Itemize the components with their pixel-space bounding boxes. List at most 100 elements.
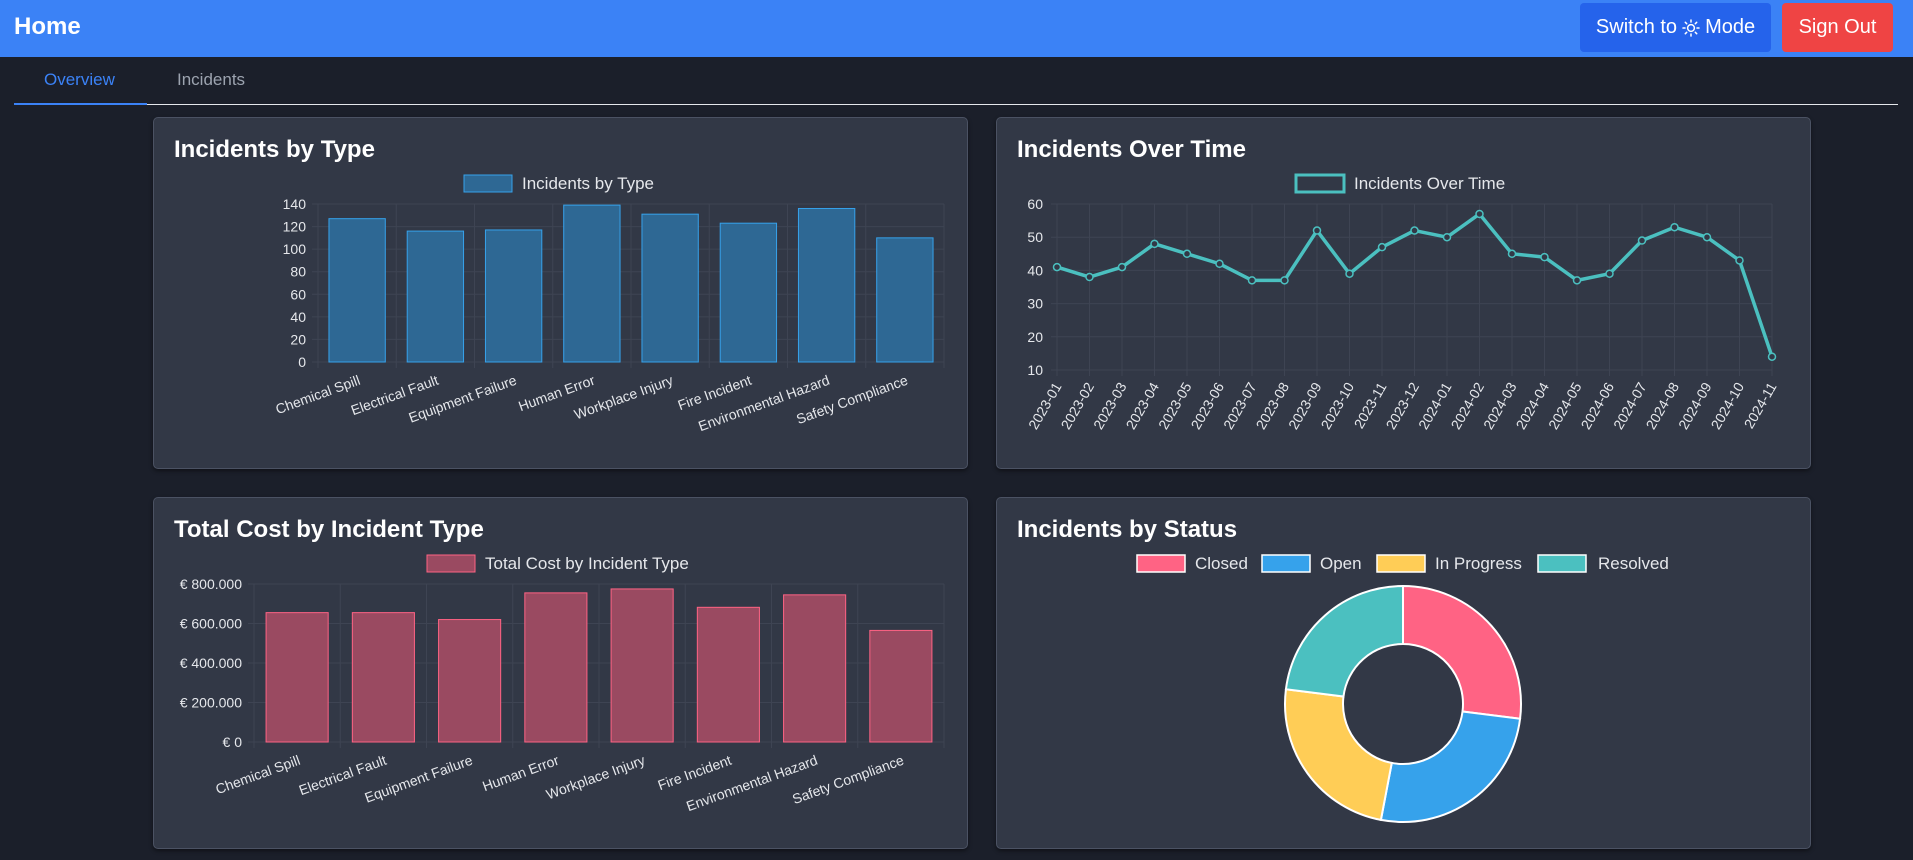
bar[interactable] [328,218,386,363]
bar[interactable] [265,612,329,743]
sign-out-button[interactable]: Sign Out [1782,3,1893,52]
legend-swatch[interactable] [463,174,513,193]
incidents-by-status-chart: Closed Open In Progress Resolved [1136,554,1669,823]
y-tick-label: 50 [1027,229,1043,245]
data-point[interactable] [1150,239,1159,249]
data-point[interactable] [1540,252,1549,262]
data-point[interactable] [1117,262,1127,272]
legend-swatch[interactable] [1294,173,1346,194]
y-tick-label: 60 [1027,196,1043,212]
bar[interactable] [406,230,465,363]
y-tick-label: € 600.000 [180,616,242,632]
bar[interactable] [797,208,856,363]
y-tick-label: 10 [1027,362,1043,378]
legend-label-closed[interactable]: Closed [1195,554,1248,573]
y-tick-label: 60 [290,286,306,302]
legend-swatch-closed[interactable] [1136,554,1186,573]
data-point[interactable] [1442,232,1452,242]
y-tick-label: € 400.000 [180,655,242,671]
data-point[interactable] [1052,262,1062,272]
legend-label[interactable]: Incidents Over Time [1354,174,1505,193]
data-point[interactable] [1475,209,1484,219]
y-tick-label: € 800.000 [180,576,242,592]
legend-swatch-in-progress[interactable] [1376,554,1426,573]
y-tick-label: 80 [290,264,306,280]
data-point[interactable] [1377,242,1387,252]
data-point[interactable] [1637,236,1647,245]
data-point[interactable] [1410,226,1419,235]
y-tick-label: 140 [283,196,307,212]
incidents-over-time-card: Incidents Over Time Incidents Over Time … [996,117,1811,469]
bar[interactable] [641,213,699,363]
bar[interactable] [876,237,934,363]
donut-slice-in-progress[interactable] [1284,688,1393,822]
data-point[interactable] [1507,249,1517,259]
data-point[interactable] [1702,232,1712,242]
bar[interactable] [783,594,847,743]
y-tick-label: 20 [290,331,306,347]
data-point[interactable] [1572,276,1582,285]
y-tick-label: 120 [283,219,307,235]
page-title: Home [14,13,81,40]
data-point[interactable] [1735,256,1744,265]
tab-bar: Overview Incidents [14,58,1898,105]
donut-slice-closed[interactable] [1402,584,1522,720]
bar[interactable] [719,222,778,363]
data-point[interactable] [1345,269,1354,278]
data-point[interactable] [1247,276,1257,285]
bar[interactable] [351,612,415,743]
theme-button-suffix: Mode [1705,16,1756,38]
legend-swatch-resolved[interactable] [1537,554,1587,573]
x-tick-label: 2024-11 [1741,379,1780,431]
y-tick-label: 30 [1027,296,1043,312]
x-tick-label: Chemical Spill [213,752,302,797]
x-tick-label: Chemical Spill [273,372,362,417]
total-cost-card: Total Cost by Incident Type Total Cost b… [153,497,968,849]
legend-label-in-progress[interactable]: In Progress [1435,554,1522,573]
top-navbar: Home Switch to Mode Sign Out [0,0,1913,57]
legend-label[interactable]: Total Cost by Incident Type [485,554,689,573]
tab-incidents[interactable]: Incidents [177,70,245,90]
donut-slice-resolved[interactable] [1284,584,1404,698]
data-point[interactable] [1085,272,1094,282]
tab-overview[interactable]: Overview [44,70,115,90]
incidents-by-status-card: Incidents by Status Closed Open In Progr… [996,497,1811,849]
bar[interactable] [438,619,502,743]
bar[interactable] [869,629,933,743]
theme-button-prefix: Switch to [1595,16,1678,38]
y-tick-label: € 200.000 [180,695,242,711]
data-point[interactable] [1670,222,1679,232]
data-point[interactable] [1280,276,1289,285]
y-tick-label: 20 [1027,329,1043,345]
bar[interactable] [524,592,588,743]
incidents-by-type-card: Incidents by Type Incidents by Type 0 20 4… [153,117,968,469]
bar[interactable] [610,588,674,743]
x-tick-label: Workplace Injury [544,752,647,803]
data-point[interactable] [1312,226,1322,235]
data-point[interactable] [1605,269,1614,278]
legend-label-resolved[interactable]: Resolved [1598,554,1669,573]
x-tick-label: Environmental Hazard [696,372,832,434]
bar[interactable] [563,204,621,363]
legend-label-open[interactable]: Open [1320,554,1362,573]
legend-swatch-open[interactable] [1261,554,1311,573]
y-tick-label: 40 [290,309,306,325]
pie-legend: Closed Open In Progress Resolved [1136,554,1669,573]
y-tick-label: € 0 [223,734,243,750]
data-point[interactable] [1215,259,1224,269]
legend-label[interactable]: Incidents by Type [522,174,654,193]
bar[interactable] [484,229,543,363]
data-point[interactable] [1182,249,1192,259]
y-tick-label: 40 [1027,262,1043,278]
y-tick-label: 100 [283,241,307,257]
data-point[interactable] [1767,352,1777,361]
donut-slice-open[interactable] [1379,710,1522,823]
active-tab-indicator [14,103,147,105]
total-cost-chart: Total Cost by Incident Type € 0 € 200.000… [180,554,945,814]
sun-icon [1682,18,1700,37]
incidents-over-time-chart: Incidents Over Time 1020304050602023-012… [1025,173,1780,432]
legend-swatch[interactable] [426,554,476,573]
bar[interactable] [696,606,760,743]
y-tick-label: 0 [298,354,306,370]
theme-toggle-button[interactable]: Switch to Mode [1580,3,1771,52]
